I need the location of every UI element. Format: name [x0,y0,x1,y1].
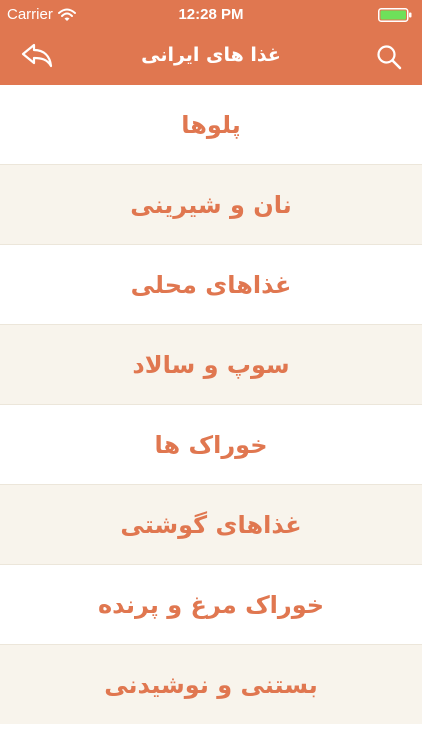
list-item-local-food[interactable]: غذاهای محلی [0,245,422,325]
list-item-label: خوراک مرغ و پرنده [97,590,325,619]
category-list: پلوها نان و شیرینی غذاهای محلی سوپ و سال… [0,85,422,750]
list-item-icecream-drinks[interactable]: بستنی و نوشیدنی [0,645,422,724]
navigation-bar: غذا های ایرانی [0,28,422,85]
list-item-soup-salad[interactable]: سوپ و سالاد [0,325,422,405]
battery-icon [378,8,412,22]
status-bar: Carrier 12:28 PM [0,0,422,28]
list-item-label: سوپ و سالاد [132,350,290,379]
list-item-bread-pastry[interactable]: نان و شیرینی [0,165,422,245]
app-header: Carrier 12:28 PM غذا های ایرانی [0,0,422,85]
page-title: غذا های ایرانی [141,44,281,66]
list-item-meat-dishes[interactable]: غذاهای گوشتی [0,485,422,565]
search-icon[interactable] [376,44,402,70]
list-item-label: بستنی و نوشیدنی [104,670,318,699]
list-item-label: غذاهای محلی [130,270,292,299]
list-item-khoraks[interactable]: خوراک ها [0,405,422,485]
list-item-label: پلوها [181,110,241,139]
list-item-label: نان و شیرینی [130,190,292,219]
list-item-chicken-poultry[interactable]: خوراک مرغ و پرنده [0,565,422,645]
back-arrow-icon[interactable] [20,40,54,70]
list-item-label: غذاهای گوشتی [120,510,302,539]
list-item-label: خوراک ها [154,430,268,459]
list-item-polo[interactable]: پلوها [0,85,422,165]
status-time: 12:28 PM [178,6,244,23]
